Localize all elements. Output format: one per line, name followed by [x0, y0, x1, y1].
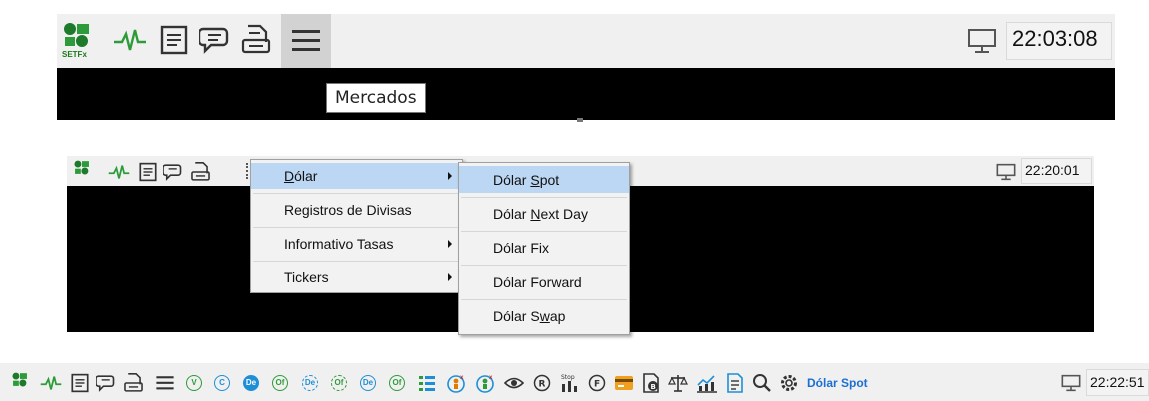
print-report-icon[interactable]	[240, 24, 272, 56]
menu-separator	[461, 231, 627, 232]
logo-text: SETFx	[62, 50, 87, 59]
bank-chart-icon[interactable]	[696, 373, 718, 393]
activity-pulse-icon[interactable]	[40, 374, 62, 392]
menu-item-informativo-tasas[interactable]: Informativo Tasas	[251, 231, 462, 257]
submenu-item-dolar-swap[interactable]: Dólar Swap	[459, 302, 629, 329]
of-cancel-icon[interactable]: Of	[389, 375, 405, 391]
balance-icon[interactable]	[668, 373, 688, 393]
de-refresh-icon[interactable]: De	[302, 375, 318, 391]
hamburger-menu-icon[interactable]	[155, 375, 175, 391]
submenu-arrow-icon	[448, 240, 452, 248]
menu-separator	[253, 227, 460, 228]
submenu-item-dolar-forward[interactable]: Dólar Forward	[459, 268, 629, 295]
monitor-icon[interactable]	[967, 28, 997, 54]
chat-icon[interactable]	[96, 373, 116, 393]
svg-text:R: R	[539, 380, 546, 390]
setfx-logo-icon: SETFx	[62, 22, 92, 60]
clock-time: 22:03:08	[1012, 26, 1098, 51]
activity-pulse-icon[interactable]	[113, 26, 147, 54]
svg-text:x: x	[460, 374, 464, 381]
submenu-item-dolar-next-day[interactable]: Dólar Next Day	[459, 200, 629, 227]
menu-separator	[461, 299, 627, 300]
monitor-icon[interactable]	[1061, 374, 1081, 392]
toolbar-grip	[246, 163, 248, 179]
content-area-panel1	[57, 68, 1115, 120]
menu-item-registros-de-divisas[interactable]: Registros de Divisas	[251, 197, 462, 223]
tooltip-shadow-mark	[577, 118, 583, 122]
list-view-icon[interactable]	[418, 374, 436, 392]
document-icon[interactable]	[71, 373, 89, 393]
menu-separator	[253, 261, 460, 262]
svg-text:x: x	[489, 374, 493, 381]
svg-text:F: F	[594, 380, 600, 390]
gear-icon[interactable]	[779, 373, 799, 393]
setfx-logo-icon	[10, 372, 30, 394]
menu-separator	[253, 193, 460, 194]
hamburger-menu-icon	[291, 28, 321, 54]
print-report-icon[interactable]	[190, 161, 211, 183]
svg-text:B: B	[651, 383, 656, 391]
print-report-icon[interactable]	[123, 372, 144, 394]
markets-menu-button[interactable]	[281, 14, 331, 68]
chat-icon[interactable]	[163, 162, 183, 182]
active-market-label: Dólar Spot	[807, 376, 868, 390]
b-document-icon[interactable]: B	[642, 373, 660, 393]
submenu-arrow-icon	[448, 273, 452, 281]
markets-dropdown-menu: Dólar Registros de Divisas Informativo T…	[250, 159, 463, 293]
de-cancel-icon[interactable]: De	[360, 375, 376, 391]
c-circle-icon[interactable]: C	[214, 375, 230, 391]
clock-time: 22:20:01	[1025, 162, 1080, 178]
submenu-arrow-icon	[448, 172, 452, 180]
activity-pulse-icon[interactable]	[108, 163, 130, 181]
v-circle-icon[interactable]: V	[186, 375, 202, 391]
card-icon[interactable]	[614, 375, 634, 391]
search-icon[interactable]	[752, 373, 772, 393]
menu-item-dolar[interactable]: Dólar	[251, 163, 462, 189]
de-circle-icon[interactable]: De	[243, 375, 259, 391]
submenu-item-dolar-fix[interactable]: Dólar Fix	[459, 234, 629, 261]
dolar-submenu: Dólar Spot Dólar Next Day Dólar Fix Dóla…	[458, 162, 630, 335]
setfx-logo-icon	[72, 160, 92, 182]
monitor-icon[interactable]	[996, 163, 1016, 181]
of-circle-icon[interactable]: Of	[272, 375, 288, 391]
registered-icon[interactable]: R	[533, 374, 551, 392]
person-cancel-all-icon[interactable]: x	[475, 373, 495, 393]
invoice-icon[interactable]	[726, 373, 744, 393]
clock-time: 22:22:51	[1090, 374, 1145, 390]
document-icon[interactable]	[160, 25, 188, 55]
of-refresh-icon[interactable]: Of	[331, 375, 347, 391]
stop-chart-icon[interactable]: Stop	[560, 372, 580, 394]
submenu-item-dolar-spot[interactable]: Dólar Spot	[459, 166, 629, 193]
menu-item-tickers[interactable]: Tickers	[251, 264, 462, 290]
eye-icon[interactable]	[504, 375, 524, 391]
menu-separator	[461, 265, 627, 266]
f-circle-icon[interactable]: F	[588, 374, 606, 392]
chat-icon[interactable]	[199, 25, 231, 55]
svg-text:Stop: Stop	[561, 374, 575, 381]
markets-tooltip: Mercados	[326, 83, 426, 113]
person-cancel-icon[interactable]: x	[446, 373, 466, 393]
document-icon[interactable]	[139, 162, 157, 182]
menu-separator	[461, 197, 627, 198]
